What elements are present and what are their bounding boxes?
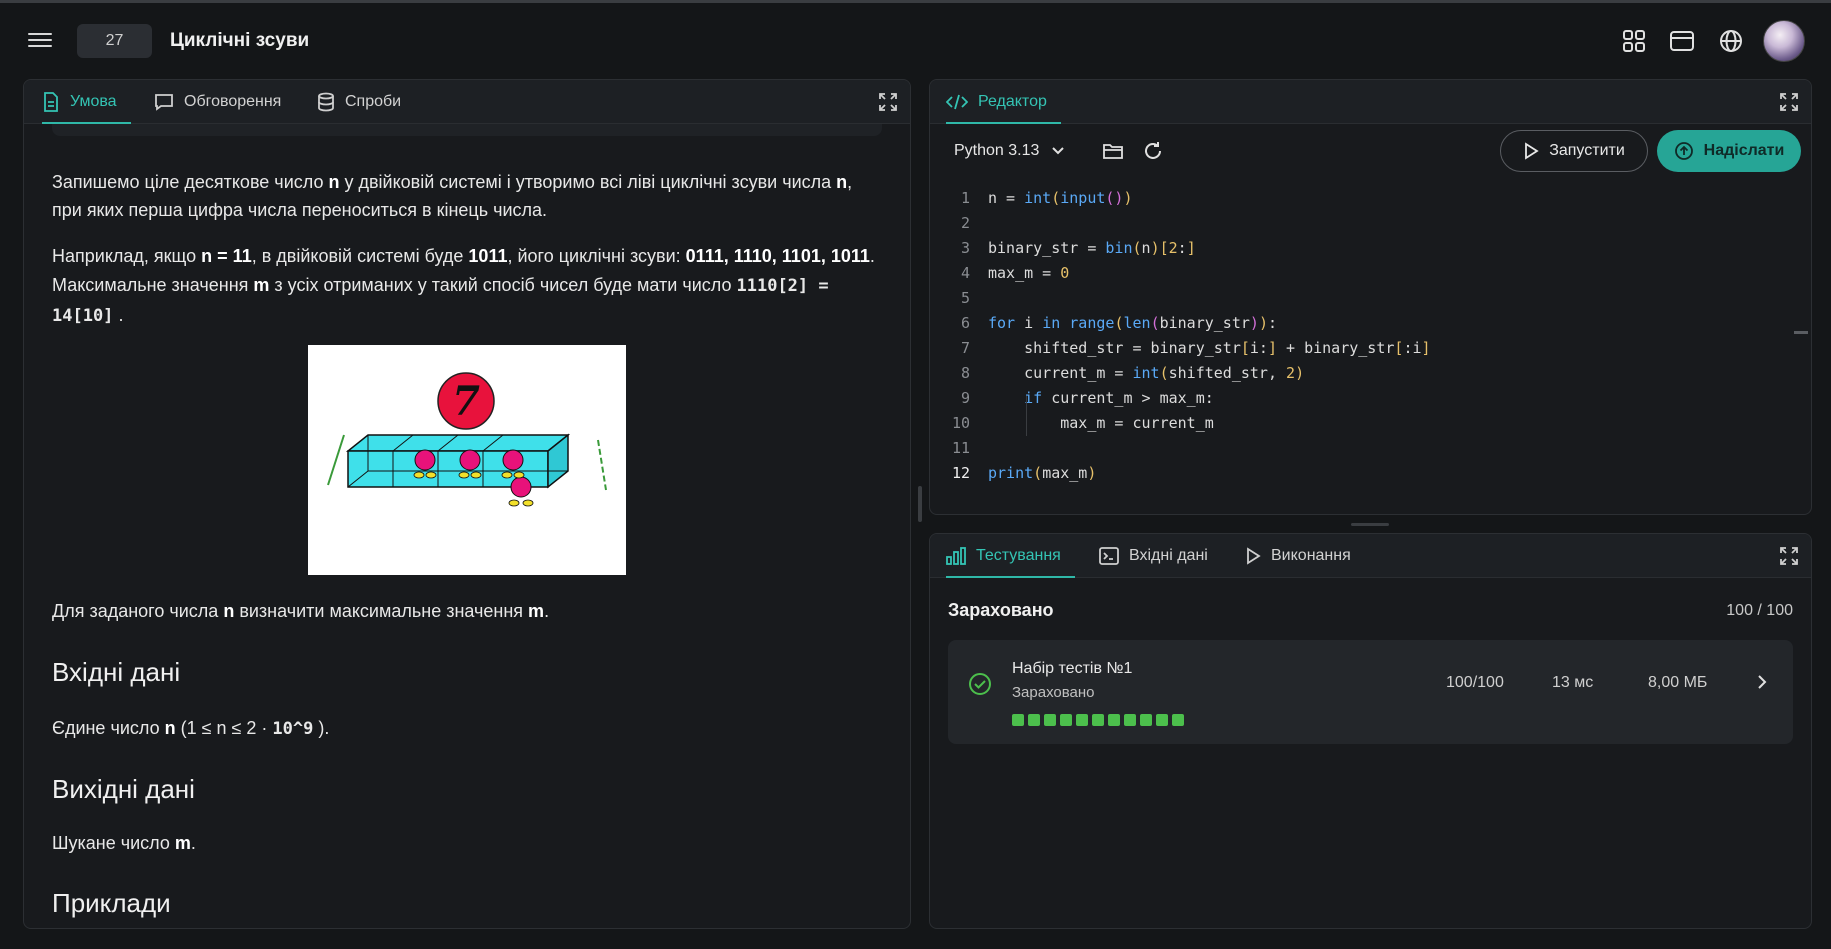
play-icon xyxy=(1247,547,1261,565)
test-passed-dot xyxy=(1092,714,1104,726)
testing-panel: Тестування Вхідні дані Виконання Зарахов… xyxy=(929,533,1812,929)
tab-discussion[interactable]: Обговорення xyxy=(154,80,281,124)
tab-execution[interactable]: Виконання xyxy=(1245,534,1351,578)
test-passed-dot xyxy=(1172,714,1184,726)
run-button-label: Запустити xyxy=(1549,142,1625,159)
chat-icon xyxy=(155,94,173,111)
problem-number-badge[interactable]: 27 xyxy=(77,24,152,58)
tab-discussion-label: Обговорення xyxy=(184,93,282,110)
statement-content: Запишемо ціле десяткове число n у двійко… xyxy=(24,124,910,928)
input-heading: Вхідні дані xyxy=(52,657,181,687)
horizontal-resize-handle[interactable] xyxy=(1351,523,1389,526)
tab-statement-label: Умова xyxy=(70,93,117,110)
test-passed-dot xyxy=(1012,714,1024,726)
test-results-dots xyxy=(1012,714,1184,726)
test-passed-dot xyxy=(1140,714,1152,726)
upload-circle-icon xyxy=(1674,142,1693,160)
tab-attempts-label: Спроби xyxy=(345,93,402,110)
globe-icon[interactable] xyxy=(1717,27,1745,55)
test-passed-dot xyxy=(1060,714,1072,726)
statement-paragraph-3: Для заданого числа n визначити максималь… xyxy=(52,601,550,621)
document-icon xyxy=(44,92,58,112)
test-set-memory: 8,00 МБ xyxy=(1648,674,1708,691)
code-editor[interactable]: 1n = int(input()) 2 3 binary_str = bin(n)… xyxy=(930,186,1795,514)
test-passed-dot xyxy=(1044,714,1056,726)
tab-statement[interactable]: Умова xyxy=(42,80,131,124)
user-avatar[interactable] xyxy=(1763,20,1805,62)
expand-icon[interactable] xyxy=(1779,546,1799,566)
language-select[interactable]: Python 3.13 xyxy=(954,142,1065,160)
tab-attempts[interactable]: Спроби xyxy=(317,80,401,124)
run-button[interactable]: Запустити xyxy=(1500,130,1648,172)
input-description: Єдине число n (1 ≤ n ≤ 2 · 10^9 ). xyxy=(52,718,330,739)
apps-grid-icon[interactable] xyxy=(1620,27,1648,55)
output-description: Шукане число m. xyxy=(52,833,196,853)
problem-title: Циклічні зсуви xyxy=(170,30,310,51)
tab-editor[interactable]: Редактор xyxy=(946,80,1061,124)
test-passed-dot xyxy=(1028,714,1040,726)
test-passed-dot xyxy=(1108,714,1120,726)
result-score: 100 / 100 xyxy=(1726,602,1793,619)
submit-button-label: Надіслати xyxy=(1703,142,1785,159)
result-title: Зараховано xyxy=(948,600,1054,620)
test-passed-dot xyxy=(1124,714,1136,726)
statement-panel: Умова Обговорення Спроби Запишемо ціле д… xyxy=(23,79,911,929)
check-circle-icon xyxy=(969,673,991,695)
expand-icon[interactable] xyxy=(878,92,898,112)
testing-tabbar: Тестування Вхідні дані Виконання xyxy=(930,534,1811,578)
examples-heading: Приклади xyxy=(52,888,171,918)
hamburger-menu-icon[interactable] xyxy=(28,29,52,53)
testing-content: Зараховано 100 / 100 Набір тестів №1 Зар… xyxy=(930,578,1811,928)
play-icon xyxy=(1525,142,1539,160)
previous-section-edge xyxy=(52,124,882,136)
top-header: 27 Циклічні зсуви xyxy=(0,3,1831,77)
chevron-right-icon xyxy=(1758,675,1767,689)
database-icon xyxy=(318,92,334,112)
statement-paragraph-1: Запишемо ціле десяткове число n у двійко… xyxy=(52,172,853,220)
language-label: Python 3.13 xyxy=(954,142,1040,159)
test-set-name: Набір тестів №1 xyxy=(1012,660,1133,677)
submit-button[interactable]: Надіслати xyxy=(1657,130,1801,172)
indent-guide xyxy=(1026,396,1027,436)
svg-text:7: 7 xyxy=(452,378,480,425)
tab-testing-label: Тестування xyxy=(976,547,1061,564)
tab-input-data-label: Вхідні дані xyxy=(1129,547,1208,564)
test-passed-dot xyxy=(1076,714,1088,726)
statement-tabbar: Умова Обговорення Спроби xyxy=(24,80,910,124)
editor-tabbar: Редактор xyxy=(930,80,1811,124)
tab-testing[interactable]: Тестування xyxy=(946,534,1075,578)
test-set-card[interactable]: Набір тестів №1 Зараховано 100/100 13 мс… xyxy=(948,640,1793,744)
terminal-icon xyxy=(1099,547,1119,565)
expand-icon[interactable] xyxy=(1779,92,1799,112)
browser-window-icon[interactable] xyxy=(1668,27,1696,55)
chevron-down-icon xyxy=(1052,147,1065,155)
test-set-status: Зараховано xyxy=(1012,684,1095,701)
refresh-icon[interactable] xyxy=(1142,140,1164,162)
output-heading: Вихідні дані xyxy=(52,774,195,804)
test-passed-dot xyxy=(1156,714,1168,726)
test-set-time: 13 мс xyxy=(1552,674,1594,691)
tab-editor-label: Редактор xyxy=(978,93,1047,110)
vertical-resize-handle[interactable] xyxy=(918,486,922,522)
folder-icon[interactable] xyxy=(1102,141,1124,161)
bar-chart-icon xyxy=(946,547,966,565)
editor-scrollbar-thumb[interactable] xyxy=(1794,331,1808,334)
tab-input-data[interactable]: Вхідні дані xyxy=(1099,534,1208,578)
editor-panel: Редактор Python 3.13 Запустити Надіслати… xyxy=(929,79,1812,515)
test-set-score: 100/100 xyxy=(1446,674,1504,691)
statement-paragraph-2: Наприклад, якщо n = 11, в двійковій сист… xyxy=(52,246,875,326)
illustration-image: 7 xyxy=(308,345,626,575)
code-icon xyxy=(946,94,968,110)
tab-execution-label: Виконання xyxy=(1271,547,1351,564)
